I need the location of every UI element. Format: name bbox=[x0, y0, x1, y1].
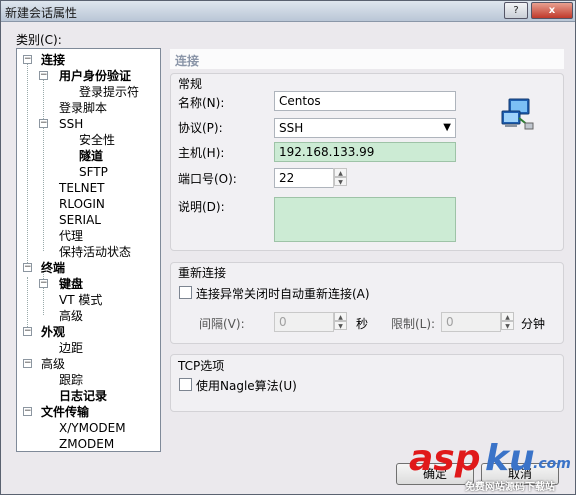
help-button[interactable]: ? bbox=[504, 2, 528, 19]
tree-item-ssh[interactable]: SSH bbox=[59, 117, 83, 131]
nagle-checkbox[interactable] bbox=[179, 378, 192, 391]
host-field[interactable]: 192.168.133.99 bbox=[274, 142, 456, 162]
limit-spinner[interactable]: ▲ ▼ bbox=[500, 312, 514, 332]
watermark-brand-b: ku bbox=[485, 438, 535, 479]
title-bar[interactable]: 新建会话属性 ? x bbox=[1, 1, 575, 22]
port-spinner[interactable]: ▲ ▼ bbox=[333, 168, 347, 188]
collapse-icon[interactable]: − bbox=[23, 55, 32, 64]
collapse-icon[interactable]: − bbox=[39, 71, 48, 80]
description-field[interactable] bbox=[274, 197, 456, 242]
tree-line bbox=[27, 63, 28, 269]
reconnect-group-title: 重新连接 bbox=[178, 266, 227, 280]
port-label: 端口号(O): bbox=[178, 172, 237, 186]
tree-item-appearance[interactable]: 外观 bbox=[41, 325, 65, 339]
limit-field[interactable]: 0 bbox=[441, 312, 501, 332]
tree-item-margin[interactable]: 边距 bbox=[59, 341, 83, 355]
protocol-selected-value: SSH bbox=[279, 121, 304, 135]
spin-up-icon[interactable]: ▲ bbox=[501, 312, 514, 321]
tree-item-login-prompt[interactable]: 登录提示符 bbox=[79, 85, 139, 99]
spin-down-icon[interactable]: ▼ bbox=[501, 321, 514, 330]
tree-item-zmodem[interactable]: ZMODEM bbox=[59, 437, 114, 451]
tree-item-keyboard[interactable]: 键盘 bbox=[59, 277, 83, 291]
category-label: 类别(C): bbox=[16, 33, 62, 47]
collapse-icon[interactable]: − bbox=[23, 327, 32, 336]
interval-spinner[interactable]: ▲ ▼ bbox=[333, 312, 347, 332]
spin-down-icon[interactable]: ▼ bbox=[334, 177, 347, 186]
window-title: 新建会话属性 bbox=[5, 6, 78, 20]
tree-item-security[interactable]: 安全性 bbox=[79, 133, 115, 147]
tree-item-telnet[interactable]: TELNET bbox=[59, 181, 105, 195]
tree-item-file-transfer[interactable]: 文件传输 bbox=[41, 405, 89, 419]
tcp-group-title: TCP选项 bbox=[178, 359, 225, 373]
collapse-icon[interactable]: − bbox=[39, 279, 48, 288]
interval-field[interactable]: 0 bbox=[274, 312, 334, 332]
tree-item-connection[interactable]: 连接 bbox=[41, 53, 65, 67]
port-field[interactable]: 22 bbox=[274, 168, 334, 188]
tree-item-terminal[interactable]: 终端 bbox=[41, 261, 65, 275]
interval-label: 间隔(V): bbox=[199, 317, 245, 331]
spin-up-icon[interactable]: ▲ bbox=[334, 168, 347, 177]
watermark-tagline: 免费网站源码下载站 bbox=[465, 482, 555, 493]
tree-item-user-auth[interactable]: 用户身份验证 bbox=[59, 69, 131, 83]
tree-line bbox=[27, 277, 28, 333]
collapse-icon[interactable]: − bbox=[39, 119, 48, 128]
seconds-label: 秒 bbox=[356, 317, 369, 331]
watermark-brand-a: asp bbox=[409, 438, 481, 479]
collapse-icon[interactable]: − bbox=[23, 407, 32, 416]
description-label: 说明(D): bbox=[178, 200, 225, 214]
tree-line bbox=[43, 79, 44, 121]
tree-item-tunnel[interactable]: 隧道 bbox=[79, 149, 103, 163]
tree-item-login-script[interactable]: 登录脚本 bbox=[59, 101, 107, 115]
host-label: 主机(H): bbox=[178, 146, 225, 160]
panel-header: 连接 bbox=[170, 49, 564, 69]
tree-item-logging[interactable]: 日志记录 bbox=[59, 389, 107, 403]
tree-item-sftp[interactable]: SFTP bbox=[79, 165, 108, 179]
chevron-down-icon: ▼ bbox=[443, 122, 451, 133]
name-label: 名称(N): bbox=[178, 96, 225, 110]
tree-item-trace[interactable]: 跟踪 bbox=[59, 373, 83, 387]
name-field[interactable]: Centos bbox=[274, 91, 456, 111]
dialog-window: 新建会话属性 ? x 类别(C): − 连接 − 用户身份验证 登录提示符 登录… bbox=[0, 0, 576, 495]
tree-line bbox=[43, 127, 44, 251]
tree-item-advanced-root[interactable]: 高级 bbox=[41, 357, 65, 371]
tree-item-advanced[interactable]: 高级 bbox=[59, 309, 83, 323]
tree-item-rlogin[interactable]: RLOGIN bbox=[59, 197, 105, 211]
minutes-label: 分钟 bbox=[521, 317, 546, 331]
protocol-label: 协议(P): bbox=[178, 121, 223, 135]
collapse-icon[interactable]: − bbox=[23, 359, 32, 368]
collapse-icon[interactable]: − bbox=[23, 263, 32, 272]
tree-item-keepalive[interactable]: 保持活动状态 bbox=[59, 245, 131, 259]
tree-item-vt-mode[interactable]: VT 模式 bbox=[59, 293, 102, 307]
limit-label: 限制(L): bbox=[391, 317, 436, 331]
tree-item-proxy[interactable]: 代理 bbox=[59, 229, 83, 243]
tree-item-xymodem[interactable]: X/YMODEM bbox=[59, 421, 126, 435]
spin-down-icon[interactable]: ▼ bbox=[334, 321, 347, 330]
general-group-title: 常规 bbox=[178, 77, 203, 91]
watermark-brand-c: .com bbox=[533, 456, 571, 472]
panel-title: 连接 bbox=[175, 54, 200, 68]
auto-reconnect-label: 连接异常关闭时自动重新连接(A) bbox=[196, 287, 370, 301]
category-tree[interactable]: − 连接 − 用户身份验证 登录提示符 登录脚本 − SSH 安全性 隧道 SF… bbox=[16, 48, 161, 452]
auto-reconnect-checkbox[interactable] bbox=[179, 286, 192, 299]
network-computers-icon bbox=[501, 98, 534, 130]
protocol-select[interactable]: SSH ▼ bbox=[274, 118, 456, 138]
tree-item-serial[interactable]: SERIAL bbox=[59, 213, 101, 227]
watermark-logo: asp ku .com 免费网站源码下载站 bbox=[409, 438, 575, 493]
close-button[interactable]: x bbox=[531, 2, 573, 19]
nagle-label: 使用Nagle算法(U) bbox=[196, 379, 297, 393]
spin-up-icon[interactable]: ▲ bbox=[334, 312, 347, 321]
